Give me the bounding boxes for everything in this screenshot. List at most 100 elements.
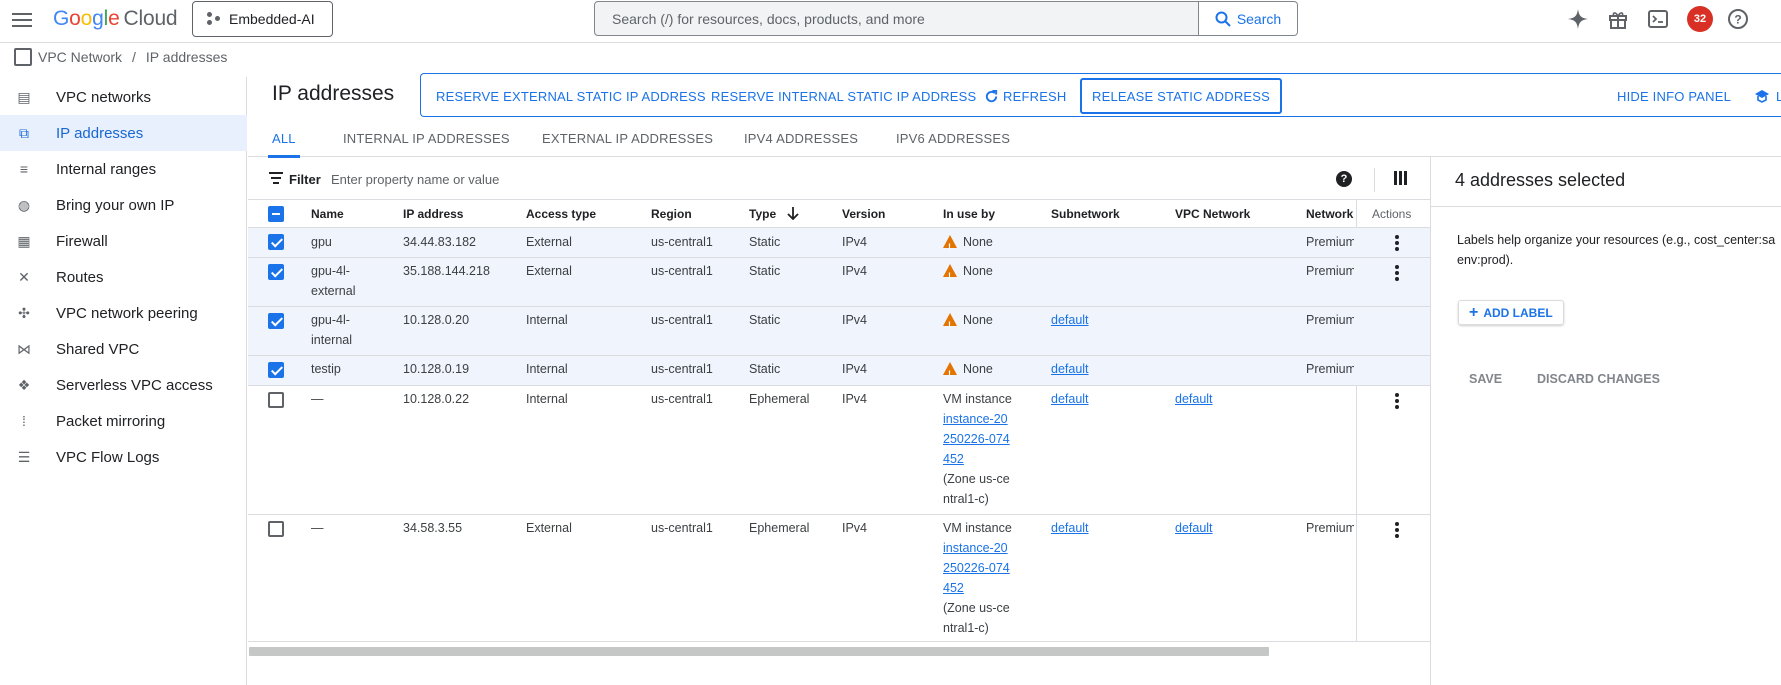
vpc-network-link[interactable]: default <box>1175 389 1213 409</box>
cell-type: Static <box>749 235 781 249</box>
notifications-badge[interactable]: 32 <box>1687 6 1713 32</box>
serverless-icon: ❖ <box>17 376 31 393</box>
reserve-internal-ip-button[interactable]: RESERVE INTERNAL STATIC IP ADDRESS <box>711 83 976 109</box>
sidebar-item-serverless-vpc-access[interactable]: ❖ Serverless VPC access <box>0 367 247 403</box>
tab-ipv4-addresses[interactable]: IPV4 ADDRESSES <box>744 119 858 157</box>
vpc-network-link[interactable]: default <box>1175 518 1213 538</box>
cell-name: gpu <box>311 235 332 249</box>
breadcrumb-product[interactable]: VPC Network <box>38 49 122 65</box>
release-static-address-button[interactable]: RELEASE STATIC ADDRESS <box>1080 78 1283 114</box>
filter-input[interactable]: Enter property name or value <box>331 172 499 187</box>
discard-changes-button[interactable]: DISCARD CHANGES <box>1537 372 1660 386</box>
table-row[interactable]: gpu 34.44.83.182 External us-central1 St… <box>248 228 1430 258</box>
menu-icon[interactable] <box>10 9 34 33</box>
more-actions-icon[interactable] <box>1395 393 1399 411</box>
cell-ip: 10.128.0.22 <box>403 392 470 406</box>
cell-in-use-by: VM instance instance-20250226-074452 (Zo… <box>943 389 1013 509</box>
table-row[interactable]: gpu-4l-internal 10.128.0.20 Internal us-… <box>248 307 1430 356</box>
table-row[interactable]: — 10.128.0.22 Internal us-central1 Ephem… <box>248 386 1430 515</box>
table-row[interactable]: testip 10.128.0.19 Internal us-central1 … <box>248 356 1430 386</box>
table-row[interactable]: — 34.58.3.55 External us-central1 Epheme… <box>248 515 1430 642</box>
gemini-spark-icon[interactable] <box>1565 6 1591 32</box>
column-header-region[interactable]: Region <box>651 207 692 221</box>
help-icon[interactable]: ? <box>1336 171 1352 187</box>
sidebar-item-routes[interactable]: ✕ Routes <box>0 259 247 295</box>
google-cloud-logo[interactable]: Google Cloud <box>53 7 178 31</box>
horizontal-scrollbar[interactable] <box>249 647 1269 656</box>
save-button[interactable]: SAVE <box>1469 372 1502 386</box>
column-display-options-icon[interactable] <box>1394 171 1408 185</box>
column-header-actions: Actions <box>1372 207 1412 221</box>
subnetwork-link[interactable]: default <box>1051 518 1089 538</box>
reserve-external-ip-button[interactable]: RESERVE EXTERNAL STATIC IP ADDRESS <box>436 83 706 109</box>
column-header-in-use-by[interactable]: In use by <box>943 207 995 221</box>
tab-all[interactable]: ALL <box>268 119 300 158</box>
breadcrumb: VPC Network / IP addresses <box>14 46 227 68</box>
sidebar-item-packet-mirroring[interactable]: ⁞ Packet mirroring <box>0 403 247 439</box>
gift-icon[interactable] <box>1605 6 1631 32</box>
tab-ipv6-addresses[interactable]: IPV6 ADDRESSES <box>896 119 1010 157</box>
cell-version: IPv4 <box>842 362 868 376</box>
in-use-value: None <box>963 235 993 249</box>
search-input[interactable]: Search (/) for resources, docs, products… <box>594 1 1199 36</box>
sidebar-item-vpc-network-peering[interactable]: ✣ VPC network peering <box>0 295 247 331</box>
vm-instance-link[interactable]: instance-20250226-074452 <box>943 541 1010 595</box>
help-icon[interactable]: ? <box>1725 6 1751 32</box>
more-actions-icon[interactable] <box>1395 522 1399 540</box>
school-icon <box>1755 90 1769 103</box>
column-header-ip-address[interactable]: IP address <box>403 207 463 221</box>
sidebar-item-label: Internal ranges <box>56 160 157 178</box>
column-header-version[interactable]: Version <box>842 207 885 221</box>
tab-external-ip-addresses[interactable]: EXTERNAL IP ADDRESSES <box>542 119 713 157</box>
subnetwork-link[interactable]: default <box>1051 389 1089 409</box>
column-header-vpc-network[interactable]: VPC Network <box>1175 207 1250 221</box>
project-picker-button[interactable]: Embedded-AI <box>192 1 333 37</box>
cloud-shell-icon[interactable] <box>1645 6 1671 32</box>
column-header-network-tier[interactable]: Network T <box>1306 207 1354 221</box>
subnetwork-link[interactable]: default <box>1051 359 1089 379</box>
cell-region: us-central1 <box>651 313 713 327</box>
sidebar-item-ip-addresses[interactable]: ⧉ IP addresses <box>0 115 247 151</box>
table-row[interactable]: gpu-4l-external 35.188.144.218 External … <box>248 258 1430 307</box>
sidebar-item-label: Shared VPC <box>56 340 140 358</box>
vm-instance-link[interactable]: instance-20250226-074452 <box>943 412 1010 466</box>
row-checkbox[interactable] <box>268 521 284 537</box>
row-checkbox[interactable] <box>268 392 284 408</box>
hide-info-panel-button[interactable]: HIDE INFO PANEL <box>1617 83 1731 109</box>
tab-internal-ip-addresses[interactable]: INTERNAL IP ADDRESSES <box>343 119 510 157</box>
info-panel-divider <box>1431 206 1781 207</box>
sidebar-item-shared-vpc[interactable]: ⋈ Shared VPC <box>0 331 247 367</box>
cell-in-use-by: VM instance instance-20250226-074452 (Zo… <box>943 518 1013 638</box>
row-checkbox[interactable] <box>268 264 284 280</box>
more-actions-icon[interactable] <box>1395 265 1399 283</box>
column-header-access-type[interactable]: Access type <box>526 207 596 221</box>
search-button[interactable]: Search <box>1199 1 1298 36</box>
cell-version: IPv4 <box>842 264 868 278</box>
sidebar-item-bring-your-own-ip[interactable]: ◍ Bring your own IP <box>0 187 247 223</box>
sidebar-item-vpc-flow-logs[interactable]: ☰ VPC Flow Logs <box>0 439 247 475</box>
select-all-checkbox[interactable] <box>268 206 284 222</box>
sidebar-item-firewall[interactable]: ▦ Firewall <box>0 223 247 259</box>
subnetwork-link[interactable]: default <box>1051 310 1089 330</box>
column-header-name[interactable]: Name <box>311 207 344 221</box>
cell-type: Static <box>749 362 781 376</box>
cell-region: us-central1 <box>651 362 713 376</box>
row-checkbox[interactable] <box>268 313 284 329</box>
row-checkbox[interactable] <box>268 234 284 250</box>
column-header-subnetwork[interactable]: Subnetwork <box>1051 207 1120 221</box>
column-header-type[interactable]: Type <box>749 207 800 221</box>
cell-region: us-central1 <box>651 235 713 249</box>
learn-button[interactable]: L <box>1754 83 1781 109</box>
labels-help-line-1: Labels help organize your resources (e.g… <box>1457 233 1776 247</box>
more-actions-icon[interactable] <box>1395 235 1399 253</box>
sidebar-item-internal-ranges[interactable]: ≡ Internal ranges <box>0 151 247 187</box>
refresh-button[interactable]: REFRESH <box>984 83 1067 109</box>
row-checkbox[interactable] <box>268 362 284 378</box>
project-name: Embedded-AI <box>229 11 315 27</box>
in-use-prefix: VM instance <box>943 392 1012 406</box>
sidebar-item-vpc-networks[interactable]: ▤ VPC networks <box>0 79 247 115</box>
add-label-button[interactable]: + ADD LABEL <box>1458 300 1564 325</box>
sidebar-item-label: Bring your own IP <box>56 196 175 214</box>
cell-name: — <box>311 521 324 535</box>
tabs: ALL INTERNAL IP ADDRESSES EXTERNAL IP AD… <box>248 119 1781 158</box>
